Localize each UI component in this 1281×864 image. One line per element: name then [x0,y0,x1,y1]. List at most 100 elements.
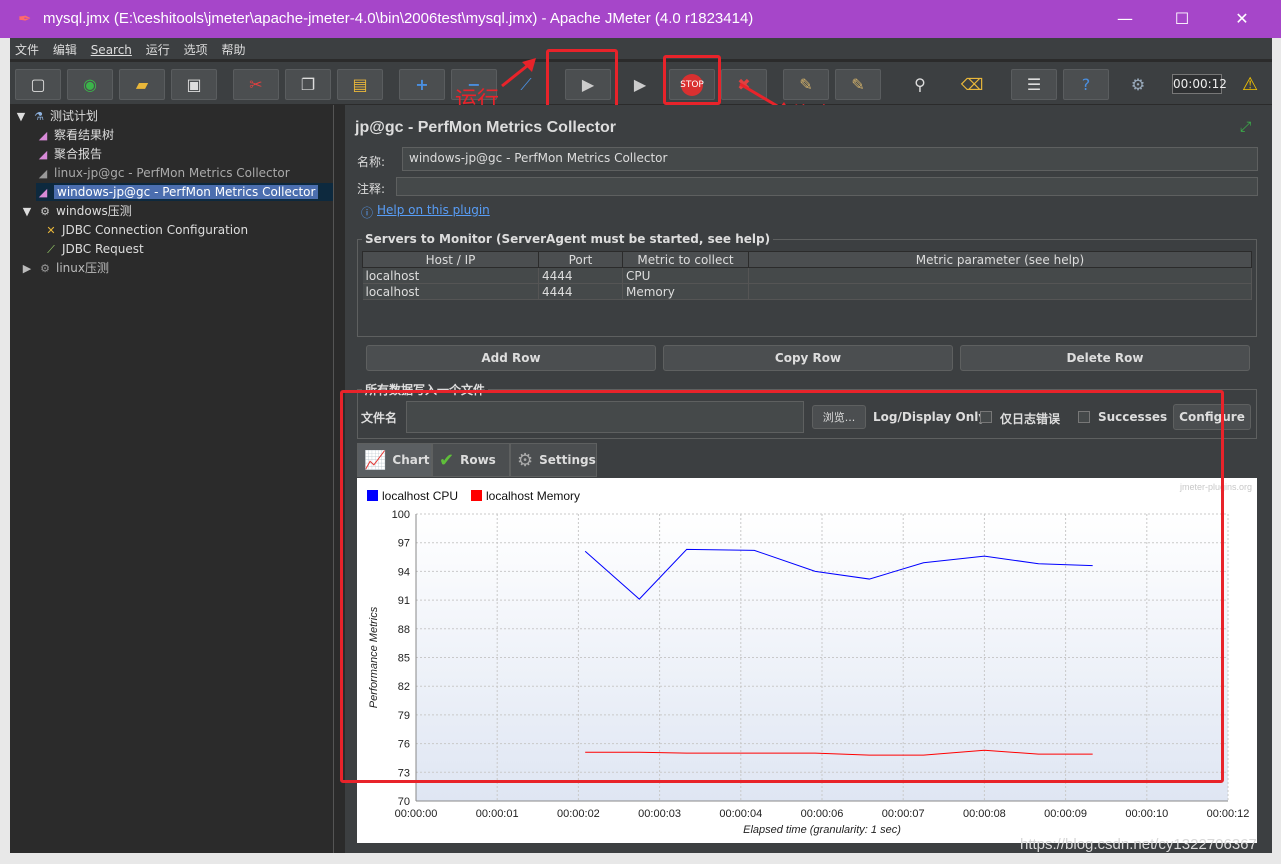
wrench-icon: ✕ [46,224,56,237]
x-tick-label: 00:00:03 [638,808,681,820]
x-tick-label: 00:00:02 [557,808,600,820]
warning-icon[interactable]: ⚠ [1242,74,1258,95]
stop-highlight-box [663,55,721,105]
column-header[interactable]: Metric to collect [622,251,749,268]
menu-search[interactable]: Search [86,40,137,57]
gear-icon: ⚙ [40,205,50,218]
templates-icon[interactable]: ◉ [67,69,113,100]
close-button[interactable]: ✕ [1222,6,1262,32]
tree-item-test-plan[interactable]: ▼ ⚗ 测试计划 [14,107,98,125]
chart-icon: ◢ [38,129,48,142]
gear-icon: ⚙ [40,262,50,275]
open-icon[interactable]: ▰ [119,69,165,100]
start-no-pauses-icon[interactable]: ▶ [617,69,663,100]
tree-item-windows-perfmon[interactable]: ◢ windows-jp@gc - PerfMon Metrics Collect… [36,183,333,201]
table-cell[interactable]: localhost [362,283,539,300]
window-titlebar: ✒ mysql.jmx (E:\ceshitools\jmeter\apache… [0,0,1281,38]
panel-title: jp@gc - PerfMon Metrics Collector [355,119,616,136]
x-tick-label: 00:00:01 [476,808,519,820]
save-icon[interactable]: ▣ [171,69,217,100]
servers-group-title: Servers to Monitor (ServerAgent must be … [362,232,774,246]
column-header[interactable]: Port [538,251,623,268]
remote-icon[interactable]: ⚙ [1115,69,1161,100]
search-icon[interactable]: ⚲ [897,69,943,100]
menu-help[interactable]: 帮助 [216,38,250,58]
table-row[interactable]: localhost 4444 CPU [362,267,1252,284]
x-tick-label: 00:00:04 [719,808,762,820]
tree-item-linux-group[interactable]: ▶ ⚙ linux压测 [20,259,109,277]
maximize-button[interactable]: ☐ [1162,6,1202,32]
delete-row-button[interactable]: Delete Row [960,345,1250,371]
column-header[interactable]: Metric parameter (see help) [748,251,1252,268]
table-row[interactable]: localhost 4444 Memory [362,283,1252,300]
table-cell[interactable]: localhost [362,267,539,284]
menu-bar: 文件 编辑 Search 运行 选项 帮助 [10,38,1272,60]
comment-field[interactable] [396,177,1258,196]
collapse-arrow-icon[interactable]: ▼ [14,108,28,126]
comment-label: 注释: [357,182,386,196]
x-axis-label: Elapsed time (granularity: 1 sec) [743,824,901,836]
minimize-button[interactable]: — [1105,6,1145,32]
tree-item-windows-group[interactable]: ▼ ⚙ windows压测 [20,202,132,220]
flask-icon: ⚗ [34,110,44,123]
new-icon[interactable]: ▢ [15,69,61,100]
background-desktop-bottom [0,853,1281,864]
add-row-button[interactable]: Add Row [366,345,656,371]
info-icon: ⓘ [361,206,374,220]
x-tick-label: 00:00:09 [1044,808,1087,820]
collapse-arrow-icon[interactable]: ▼ [20,203,34,221]
x-tick-label: 00:00:08 [963,808,1006,820]
x-tick-label: 00:00:07 [882,808,925,820]
chart-icon: ◢ [38,186,48,199]
reset-search-icon[interactable]: ⌫ [949,69,995,100]
run-arrow-icon [501,58,536,88]
toolbar: ▢ ◉ ▰ ▣ ✂ ❐ ▤ + − ⟋ ▶ ▶ STOP ✖ ✎ ✎ ⚲ ⌫ ☰… [10,62,1272,104]
expand-arrow-icon[interactable]: ▶ [20,260,34,278]
x-tick-label: 00:00:06 [801,808,844,820]
tree-item-view-results[interactable]: ◢ 察看结果树 [36,126,114,144]
csdn-watermark: https://blog.csdn.net/cy1322706367 [1020,836,1257,853]
paste-icon[interactable]: ▤ [337,69,383,100]
table-header-row: Host / IP Port Metric to collect Metric … [362,251,1252,268]
copy-icon[interactable]: ❐ [285,69,331,100]
cut-icon[interactable]: ✂ [233,69,279,100]
run-highlight-box [546,49,618,109]
table-cell[interactable]: Memory [622,283,749,300]
table-cell[interactable]: 4444 [538,283,623,300]
x-tick-label: 00:00:12 [1207,808,1250,820]
tree-item-linux-perfmon[interactable]: ◢ linux-jp@gc - PerfMon Metrics Collector [36,164,290,182]
column-header[interactable]: Host / IP [362,251,539,268]
table-cell[interactable] [748,283,1252,300]
name-field[interactable]: windows-jp@gc - PerfMon Metrics Collecto… [402,147,1258,171]
results-highlight-box [340,390,1224,783]
menu-file[interactable]: 文件 [10,38,44,58]
y-tick-label: 70 [398,796,410,808]
window-title: mysql.jmx (E:\ceshitools\jmeter\apache-j… [43,10,754,27]
pen-icon: ⟋ [47,243,55,256]
elapsed-timer: 00:00:12 [1172,74,1227,94]
menu-edit[interactable]: 编辑 [48,38,82,58]
background-desktop-right [1272,38,1281,864]
table-cell[interactable] [748,267,1252,284]
tree-item-jdbc-request[interactable]: ⟋ JDBC Request [44,240,144,258]
menu-run[interactable]: 运行 [141,38,175,58]
servers-table: Host / IP Port Metric to collect Metric … [362,251,1252,300]
help-link[interactable]: Help on this plugin [377,203,490,217]
menu-options[interactable]: 选项 [179,38,213,58]
expand-icon[interactable]: ⤢ [1240,119,1251,135]
test-plan-tree: ▼ ⚗ 测试计划 ◢ 察看结果树 ◢ 聚合报告 ◢ linux-jp@gc - PerfM… [10,105,334,853]
jmeter-feather-icon: ✒ [18,9,32,28]
clear-all-icon[interactable]: ✎ [835,69,881,100]
name-label: 名称: [357,155,386,169]
tree-item-jdbc-config[interactable]: ✕ JDBC Connection Configuration [44,221,248,239]
function-helper-icon[interactable]: ☰ [1011,69,1057,100]
expand-all-icon[interactable]: + [399,69,445,100]
x-tick-label: 00:00:10 [1125,808,1168,820]
chart-icon: ◢ [38,148,48,161]
copy-row-button[interactable]: Copy Row [663,345,953,371]
table-cell[interactable]: 4444 [538,267,623,284]
tree-item-aggregate-report[interactable]: ◢ 聚合报告 [36,145,102,163]
x-tick-label: 00:00:00 [395,808,438,820]
table-cell[interactable]: CPU [622,267,749,284]
help-icon[interactable]: ? [1063,69,1109,100]
